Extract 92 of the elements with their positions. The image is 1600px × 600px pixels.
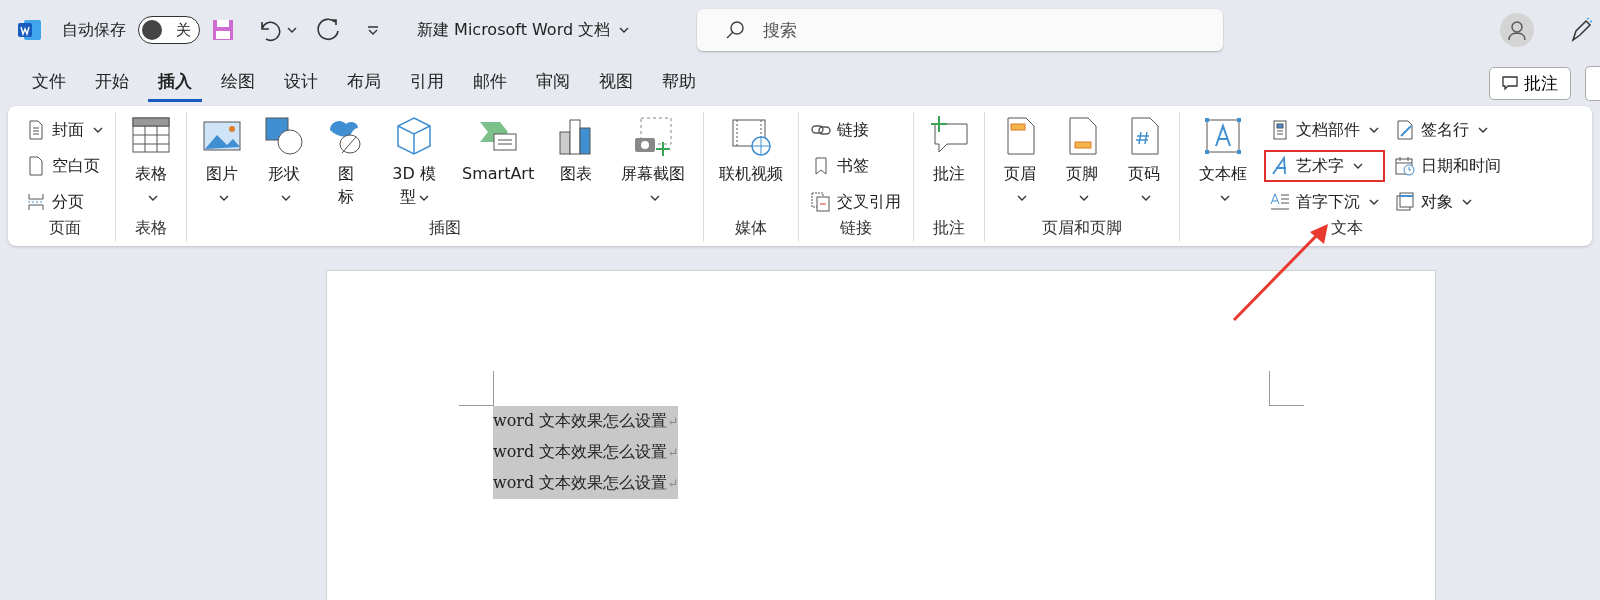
drop-cap-icon bbox=[1270, 192, 1291, 212]
ribbon-button[interactable]: 封面 bbox=[20, 114, 109, 146]
ribbon-button[interactable]: 页码 bbox=[1115, 112, 1174, 213]
group-label: 页面 bbox=[47, 218, 82, 239]
search-icon bbox=[725, 20, 746, 40]
autosave-toggle[interactable]: 关 bbox=[138, 16, 200, 44]
ribbon-button[interactable]: 日期和时间 bbox=[1389, 150, 1508, 182]
margin-corner-mark bbox=[459, 371, 494, 406]
search-input[interactable]: 搜索 bbox=[761, 19, 1208, 41]
search-bar[interactable]: 搜索 bbox=[697, 9, 1224, 51]
caret-icon bbox=[93, 126, 103, 134]
ribbon-button[interactable]: 空白页 bbox=[20, 150, 109, 182]
caret-icon bbox=[1016, 193, 1027, 202]
caret-icon bbox=[1219, 193, 1230, 202]
caret-icon bbox=[1353, 162, 1364, 170]
group-label: 文本 bbox=[1329, 218, 1364, 239]
user-avatar[interactable] bbox=[1500, 13, 1534, 47]
document-title[interactable]: 新建 Microsoft Word 文档 bbox=[411, 18, 636, 42]
ribbon-button[interactable]: 图片 bbox=[193, 112, 251, 213]
save-icon[interactable] bbox=[212, 19, 234, 41]
document-icon bbox=[26, 120, 46, 140]
caret-icon bbox=[1078, 193, 1089, 202]
ribbon-button[interactable]: 书签 bbox=[805, 150, 908, 182]
calendar-clock-icon bbox=[1395, 156, 1416, 176]
group-label: 插图 bbox=[428, 218, 463, 239]
ribbon-tab[interactable]: 邮件 bbox=[463, 64, 517, 102]
pen-icon[interactable] bbox=[1570, 18, 1592, 42]
table-icon bbox=[131, 116, 171, 156]
video-globe-icon bbox=[731, 116, 772, 156]
ribbon-button[interactable]: SmartArt bbox=[453, 112, 544, 190]
ribbon-button[interactable]: 表格 bbox=[122, 112, 180, 213]
ribbon-button[interactable]: 图表 bbox=[547, 112, 606, 190]
ribbon-tab[interactable]: 审阅 bbox=[526, 64, 580, 102]
caret-icon bbox=[1369, 126, 1380, 134]
ribbon-button[interactable]: 文档部件 bbox=[1264, 114, 1386, 146]
ribbon-button[interactable]: 交叉引用 bbox=[805, 186, 908, 218]
group-label: 页眉和页脚 bbox=[1041, 218, 1124, 239]
cube-icon bbox=[394, 116, 434, 156]
ribbon-tab[interactable]: 开始 bbox=[85, 64, 139, 102]
caret-icon bbox=[287, 26, 297, 34]
comments-button[interactable]: 批注 bbox=[1489, 66, 1571, 100]
ribbon-button[interactable]: 分页 bbox=[20, 186, 109, 218]
object-icon bbox=[1395, 192, 1416, 212]
ribbon-tab[interactable]: 文件 bbox=[22, 64, 76, 102]
caret-icon bbox=[218, 193, 229, 202]
ribbon-button[interactable]: 链接 bbox=[805, 114, 908, 146]
cross-reference-icon bbox=[811, 192, 832, 212]
ribbon-tab[interactable]: 绘图 bbox=[211, 64, 265, 102]
ribbon-button[interactable]: 图标 bbox=[317, 112, 375, 213]
ribbon-button[interactable]: 3D 模型 bbox=[379, 112, 449, 213]
ribbon-button[interactable]: 文本框 bbox=[1186, 112, 1261, 213]
ribbon-button[interactable]: 签名行 bbox=[1389, 114, 1508, 146]
ribbon-button[interactable]: 页眉 bbox=[991, 112, 1050, 213]
caret-icon bbox=[1369, 198, 1380, 206]
redo-icon[interactable] bbox=[315, 17, 341, 43]
caret-icon bbox=[280, 193, 291, 202]
blank-page-icon bbox=[26, 156, 46, 176]
ribbon-tab[interactable]: 帮助 bbox=[652, 64, 706, 102]
ribbon-tab[interactable]: 设计 bbox=[274, 64, 328, 102]
ribbon-tab[interactable]: 视图 bbox=[589, 64, 643, 102]
shapes-icon bbox=[264, 116, 304, 156]
caret-icon bbox=[1478, 126, 1489, 134]
margin-corner-mark bbox=[1269, 371, 1304, 406]
ribbon-button[interactable]: 对象 bbox=[1389, 186, 1508, 218]
text-box-icon bbox=[1203, 116, 1244, 156]
autosave-label: 自动保存 bbox=[62, 19, 126, 41]
ribbon-button[interactable]: 批注 bbox=[920, 112, 979, 190]
ribbon-button[interactable]: 页脚 bbox=[1053, 112, 1112, 213]
caret-icon bbox=[147, 193, 158, 202]
ribbon-button[interactable]: 联机视频 bbox=[710, 112, 793, 190]
ribbon-button[interactable]: 屏幕截图 bbox=[609, 112, 698, 213]
caret-icon bbox=[619, 26, 630, 34]
caret-icon bbox=[1140, 193, 1151, 202]
ribbon-tab[interactable]: 插入 bbox=[148, 64, 202, 102]
group-label: 媒体 bbox=[734, 218, 769, 239]
group-label: 批注 bbox=[932, 218, 967, 239]
ribbon-button[interactable]: 首字下沉 bbox=[1264, 186, 1386, 218]
customize-toolbar-icon[interactable] bbox=[367, 25, 379, 35]
highlighted-ribbon-button[interactable]: 艺术字 bbox=[1264, 150, 1386, 182]
caret-icon bbox=[418, 193, 429, 202]
caret-icon bbox=[1462, 198, 1473, 206]
ribbon-tab[interactable]: 引用 bbox=[400, 64, 454, 102]
caret-icon bbox=[649, 193, 660, 202]
screenshot-icon bbox=[633, 116, 674, 156]
word-logo-icon[interactable] bbox=[18, 19, 42, 41]
page-break-icon bbox=[26, 192, 46, 212]
comment-icon bbox=[1502, 75, 1518, 91]
group-label: 链接 bbox=[839, 218, 874, 239]
ribbon-tab[interactable]: 布局 bbox=[337, 64, 391, 102]
group-label: 表格 bbox=[134, 218, 168, 239]
signature-line-icon bbox=[1395, 120, 1416, 140]
ribbon-button[interactable]: 形状 bbox=[255, 112, 313, 213]
